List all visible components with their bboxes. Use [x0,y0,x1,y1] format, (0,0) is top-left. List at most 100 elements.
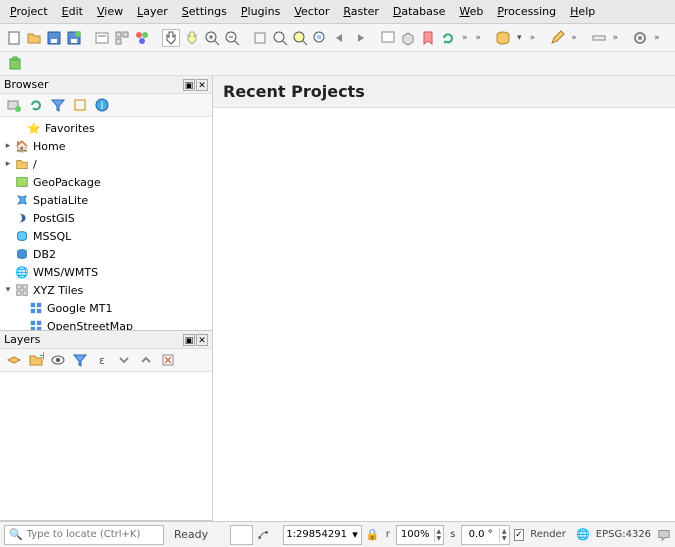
expression-filter-icon[interactable]: ε [94,352,110,368]
new-map-view-icon[interactable] [380,29,396,47]
datasource-manager-icon[interactable] [495,29,511,47]
toolbar-overflow-3[interactable]: » [528,33,538,43]
layer-filter-icon[interactable] [72,352,88,368]
layers-undock-icon[interactable]: ▣ [183,334,195,346]
menu-help[interactable]: Help [564,2,601,21]
expand-all-icon[interactable] [116,352,132,368]
toolbar-overflow-1[interactable]: » [460,33,470,43]
tree-wms[interactable]: 🌐WMS/WMTS [0,263,212,281]
toolbar-overflow-4[interactable]: » [569,33,579,43]
processing-icon[interactable] [632,29,648,47]
plugin-icon[interactable] [6,55,24,73]
toolbar-overflow-2[interactable]: » [474,33,484,43]
zoom-out-icon[interactable] [224,29,240,47]
filter-icon[interactable] [50,97,66,113]
menu-vector[interactable]: Vector [288,2,335,21]
tree-spatialite[interactable]: SpatiaLite [0,191,212,209]
coordinate-toggle-icon[interactable] [257,527,271,543]
mag-up-icon[interactable]: ▲ [435,528,444,535]
browser-undock-icon[interactable]: ▣ [183,79,195,91]
menu-settings[interactable]: Settings [176,2,233,21]
add-group-icon[interactable]: + [28,352,44,368]
magnifier-box[interactable]: ▲▼ [396,525,444,545]
refresh-icon[interactable] [440,29,456,47]
visibility-icon[interactable] [50,352,66,368]
menu-processing[interactable]: Processing [491,2,562,21]
scale-box[interactable]: ▾ [283,525,362,545]
messages-icon[interactable] [657,527,671,543]
tree-xyz-osm[interactable]: OpenStreetMap [0,317,212,330]
rotation-input[interactable] [462,529,499,540]
menu-database[interactable]: Database [387,2,452,21]
tree-favorites[interactable]: ⭐Favorites [0,119,212,137]
collapse-all-icon[interactable] [72,97,88,113]
locator-input[interactable] [27,529,159,540]
remove-layer-icon[interactable] [160,352,176,368]
crs-globe-icon[interactable]: 🌐 [576,527,590,543]
collapse-all-layers-icon[interactable] [138,352,154,368]
tree-home[interactable]: ▸🏠Home [0,137,212,155]
statusbar: 🔍 Ready ▾ 🔒 r ▲▼ s ▲▼ ✓ Render 🌐 EPSG:43… [0,521,675,547]
new-3d-view-icon[interactable] [400,29,416,47]
save-project-icon[interactable] [46,29,62,47]
tree-xyz[interactable]: ▾XYZ Tiles [0,281,212,299]
menu-raster[interactable]: Raster [337,2,384,21]
pan-selection-icon[interactable] [184,29,200,47]
rot-down-icon[interactable]: ▼ [500,535,509,542]
measure-icon[interactable] [591,29,607,47]
menu-project[interactable]: Project [4,2,54,21]
style-manager-icon[interactable] [134,29,150,47]
lock-scale-icon[interactable]: 🔒 [366,527,380,543]
toolbar-overflow-6[interactable]: » [652,33,662,43]
magnifier-input[interactable] [397,529,434,540]
pan-icon[interactable] [162,29,180,47]
menu-edit[interactable]: Edit [56,2,89,21]
new-bookmark-icon[interactable] [420,29,436,47]
zoom-next-icon[interactable] [352,29,368,47]
menubar: Project Edit View Layer Settings Plugins… [0,0,675,24]
properties-icon[interactable]: i [94,97,110,113]
scale-dropdown-icon[interactable]: ▾ [349,528,361,541]
menu-web[interactable]: Web [453,2,489,21]
menu-view[interactable]: View [91,2,129,21]
tree-db2[interactable]: DB2 [0,245,212,263]
layers-tree[interactable] [0,372,212,520]
zoom-layer-icon[interactable] [312,29,328,47]
locator-bar[interactable]: 🔍 [4,525,164,545]
browser-close-icon[interactable]: ✕ [196,79,208,91]
tree-postgis[interactable]: PostGIS [0,209,212,227]
mag-down-icon[interactable]: ▼ [435,535,444,542]
browser-tree[interactable]: ⭐Favorites ▸🏠Home ▸/ GeoPackage SpatiaLi… [0,117,212,330]
recent-projects-body[interactable] [213,108,675,521]
edit-icon[interactable] [549,29,565,47]
save-as-icon[interactable] [66,29,82,47]
print-layout-icon[interactable] [94,29,110,47]
open-project-icon[interactable] [26,29,42,47]
rotation-box[interactable]: ▲▼ [461,525,509,545]
menu-plugins[interactable]: Plugins [235,2,286,21]
tree-xyz-google[interactable]: Google MT1 [0,299,212,317]
coordinate-box[interactable] [230,525,253,545]
layer-style-icon[interactable] [6,352,22,368]
crs-label[interactable]: EPSG:4326 [594,529,653,540]
layout-manager-icon[interactable] [114,29,130,47]
zoom-in-icon[interactable] [204,29,220,47]
zoom-selection-icon[interactable] [292,29,308,47]
rot-up-icon[interactable]: ▲ [500,528,509,535]
tree-mssql[interactable]: MSSQL [0,227,212,245]
tree-root[interactable]: ▸/ [0,155,212,173]
zoom-last-icon[interactable] [332,29,348,47]
browser-refresh-icon[interactable] [28,97,44,113]
scale-input[interactable] [284,529,349,540]
tree-geopackage[interactable]: GeoPackage [0,173,212,191]
layers-close-icon[interactable]: ✕ [196,334,208,346]
add-layer-icon[interactable] [6,97,22,113]
new-project-icon[interactable] [6,29,22,47]
toolbar-overflow-5[interactable]: » [611,33,621,43]
datasource-dropdown[interactable]: ▾ [515,33,524,43]
zoom-native-icon[interactable] [252,29,268,47]
render-checkbox[interactable]: ✓ [514,529,525,541]
menu-layer[interactable]: Layer [131,2,174,21]
zoom-full-icon[interactable] [272,29,288,47]
coordinate-input[interactable] [231,529,252,540]
